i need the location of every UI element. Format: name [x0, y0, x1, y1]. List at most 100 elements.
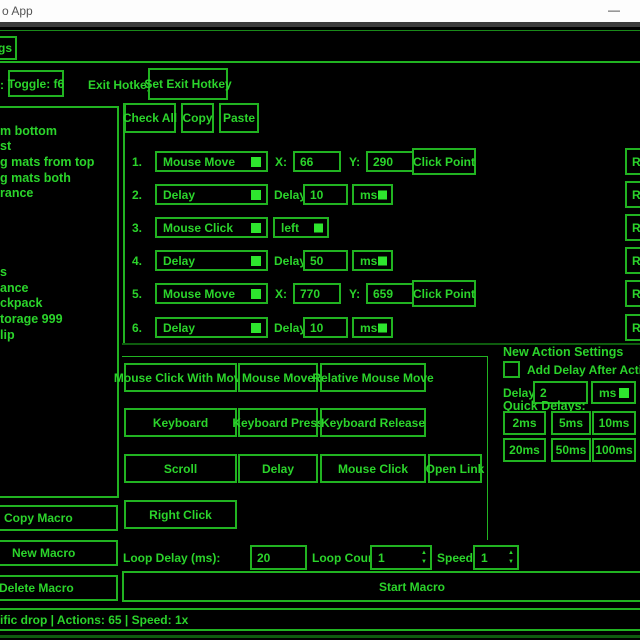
window-bottom-border — [0, 635, 640, 638]
spinner-arrows[interactable]: ▲ ▼ — [508, 549, 514, 567]
add-keyboard-release-button[interactable]: Keyboard Release — [320, 408, 426, 437]
loop-count-spinner[interactable]: 1 ▲ ▼ — [370, 545, 432, 570]
hotkey-label-fragment: : — [0, 78, 4, 92]
click-point-button[interactable]: Click Point — [412, 148, 476, 175]
macro-list-item[interactable]: torage 999 — [0, 312, 117, 328]
action-type-dropdown[interactable]: Delay — [155, 184, 268, 205]
macro-list[interactable]: m bottomstg mats from topg mats bothranc… — [0, 106, 119, 498]
delay-value-input[interactable] — [303, 250, 348, 271]
speed-label: Speed: — [437, 551, 477, 565]
remove-action-button[interactable]: R — [625, 181, 640, 208]
remove-action-button[interactable]: R — [625, 280, 640, 307]
macro-list-item[interactable] — [0, 218, 117, 234]
macro-list-item[interactable]: ckpack — [0, 296, 117, 312]
add-keyboard-button[interactable]: Keyboard — [124, 408, 237, 437]
action-type-dropdown[interactable]: Delay — [155, 250, 268, 271]
quick-delay-5ms-button[interactable]: 5ms — [551, 411, 591, 435]
add-mouse-move-button[interactable]: Mouse Move — [238, 363, 318, 392]
action-type-value: Mouse Click — [163, 221, 233, 235]
minimize-icon[interactable]: — — [606, 1, 622, 19]
set-exit-hotkey-button[interactable]: Set Exit Hotkey — [148, 68, 228, 100]
remove-action-button[interactable]: R — [625, 247, 640, 274]
copy-macro-button[interactable]: Copy Macro — [0, 505, 118, 531]
action-type-value: Delay — [163, 254, 195, 268]
action-type-dropdown[interactable]: Delay — [155, 317, 268, 338]
macro-list-item[interactable]: m bottom — [0, 124, 117, 140]
quick-delay-100ms-button[interactable]: 100ms — [592, 438, 636, 462]
add-delay-after-action-checkbox[interactable] — [503, 361, 520, 378]
delay-unit-dropdown[interactable]: ms — [352, 317, 393, 338]
remove-action-button[interactable]: R — [625, 314, 640, 341]
quick-delay-50ms-button[interactable]: 50ms — [551, 438, 591, 462]
settings-button[interactable]: gs — [0, 36, 17, 60]
delay-unit-dropdown[interactable]: ms — [352, 250, 393, 271]
macro-list-item[interactable] — [0, 202, 117, 218]
macro-list-item[interactable] — [0, 108, 117, 124]
click-point-button[interactable]: Click Point — [412, 280, 476, 307]
dropdown-arrow-icon — [378, 256, 387, 265]
macro-list-item[interactable]: ance — [0, 281, 117, 297]
add-keyboard-press-button[interactable]: Keyboard Press — [238, 408, 318, 437]
check-all-button[interactable]: Check All — [124, 103, 176, 133]
delay-value-input[interactable] — [303, 317, 348, 338]
y-coordinate-input[interactable] — [366, 151, 414, 172]
loop-delay-input[interactable] — [250, 545, 307, 570]
macro-list-item[interactable]: st — [0, 139, 117, 155]
delay-value-input[interactable] — [303, 184, 348, 205]
add-mouse-click-button[interactable]: Mouse Click — [320, 454, 426, 483]
buttons-panel-right-line — [487, 356, 488, 540]
macro-list-item[interactable] — [0, 249, 117, 265]
mouse-button-dropdown[interactable]: left — [273, 217, 329, 238]
add-right-click-button[interactable]: Right Click — [124, 500, 237, 529]
speed-value: 1 — [481, 551, 488, 565]
titlebar-divider — [0, 22, 640, 27]
y-label: Y: — [349, 287, 360, 301]
quick-delay-2ms-button[interactable]: 2ms — [503, 411, 546, 435]
remove-action-button[interactable]: R — [625, 148, 640, 175]
quick-delay-20ms-button[interactable]: 20ms — [503, 438, 546, 462]
x-coordinate-input[interactable] — [293, 151, 341, 172]
action-type-dropdown[interactable]: Mouse Click — [155, 217, 268, 238]
quick-delay-10ms-button[interactable]: 10ms — [592, 411, 636, 435]
action-type-value: Mouse Move — [163, 155, 235, 169]
y-label: Y: — [349, 155, 360, 169]
macro-list-item[interactable] — [0, 234, 117, 250]
spinner-down-icon[interactable]: ▼ — [508, 558, 514, 567]
new-action-settings-title: New Action Settings — [503, 345, 623, 359]
add-scroll-button[interactable]: Scroll — [124, 454, 237, 483]
action-row-number: 5. — [132, 287, 142, 301]
macro-list-item[interactable]: rance — [0, 186, 117, 202]
macro-list-item[interactable]: g mats both — [0, 171, 117, 187]
add-mouse-click-with-move-button[interactable]: Mouse Click With Move — [124, 363, 237, 392]
new-macro-button[interactable]: New Macro — [0, 540, 118, 566]
speed-spinner[interactable]: 1 ▲ ▼ — [473, 545, 519, 570]
mouse-button-value: left — [281, 221, 299, 235]
loop-count-value: 1 — [378, 551, 385, 565]
y-coordinate-input[interactable] — [366, 283, 414, 304]
spinner-arrows[interactable]: ▲ ▼ — [421, 549, 427, 567]
add-delay-button[interactable]: Delay — [238, 454, 318, 483]
menubar-top-line — [0, 30, 640, 31]
settings-delay-unit-dropdown[interactable]: ms — [591, 381, 636, 404]
delay-unit-dropdown[interactable]: ms — [352, 184, 393, 205]
action-type-dropdown[interactable]: Mouse Move — [155, 151, 268, 172]
x-coordinate-input[interactable] — [293, 283, 341, 304]
copy-button[interactable]: Copy — [181, 103, 214, 133]
dropdown-arrow-icon — [251, 223, 261, 233]
macro-list-item[interactable]: s — [0, 265, 117, 281]
action-type-dropdown[interactable]: Mouse Move — [155, 283, 268, 304]
paste-button[interactable]: Paste — [219, 103, 259, 133]
spinner-up-icon[interactable]: ▲ — [421, 549, 427, 558]
macro-list-item[interactable]: g mats from top — [0, 155, 117, 171]
spinner-up-icon[interactable]: ▲ — [508, 549, 514, 558]
dropdown-arrow-icon — [619, 388, 629, 398]
action-type-value: Mouse Move — [163, 287, 235, 301]
macro-list-item[interactable]: lip — [0, 328, 117, 344]
add-relative-mouse-move-button[interactable]: Relative Mouse Move — [320, 363, 426, 392]
toggle-hotkey-button[interactable]: Toggle: f6 — [8, 70, 64, 97]
spinner-down-icon[interactable]: ▼ — [421, 558, 427, 567]
remove-action-button[interactable]: R — [625, 214, 640, 241]
start-macro-button[interactable]: Start Macro — [122, 571, 640, 602]
delete-macro-button[interactable]: Delete Macro — [0, 575, 118, 601]
add-open-link-button[interactable]: Open Link — [428, 454, 482, 483]
